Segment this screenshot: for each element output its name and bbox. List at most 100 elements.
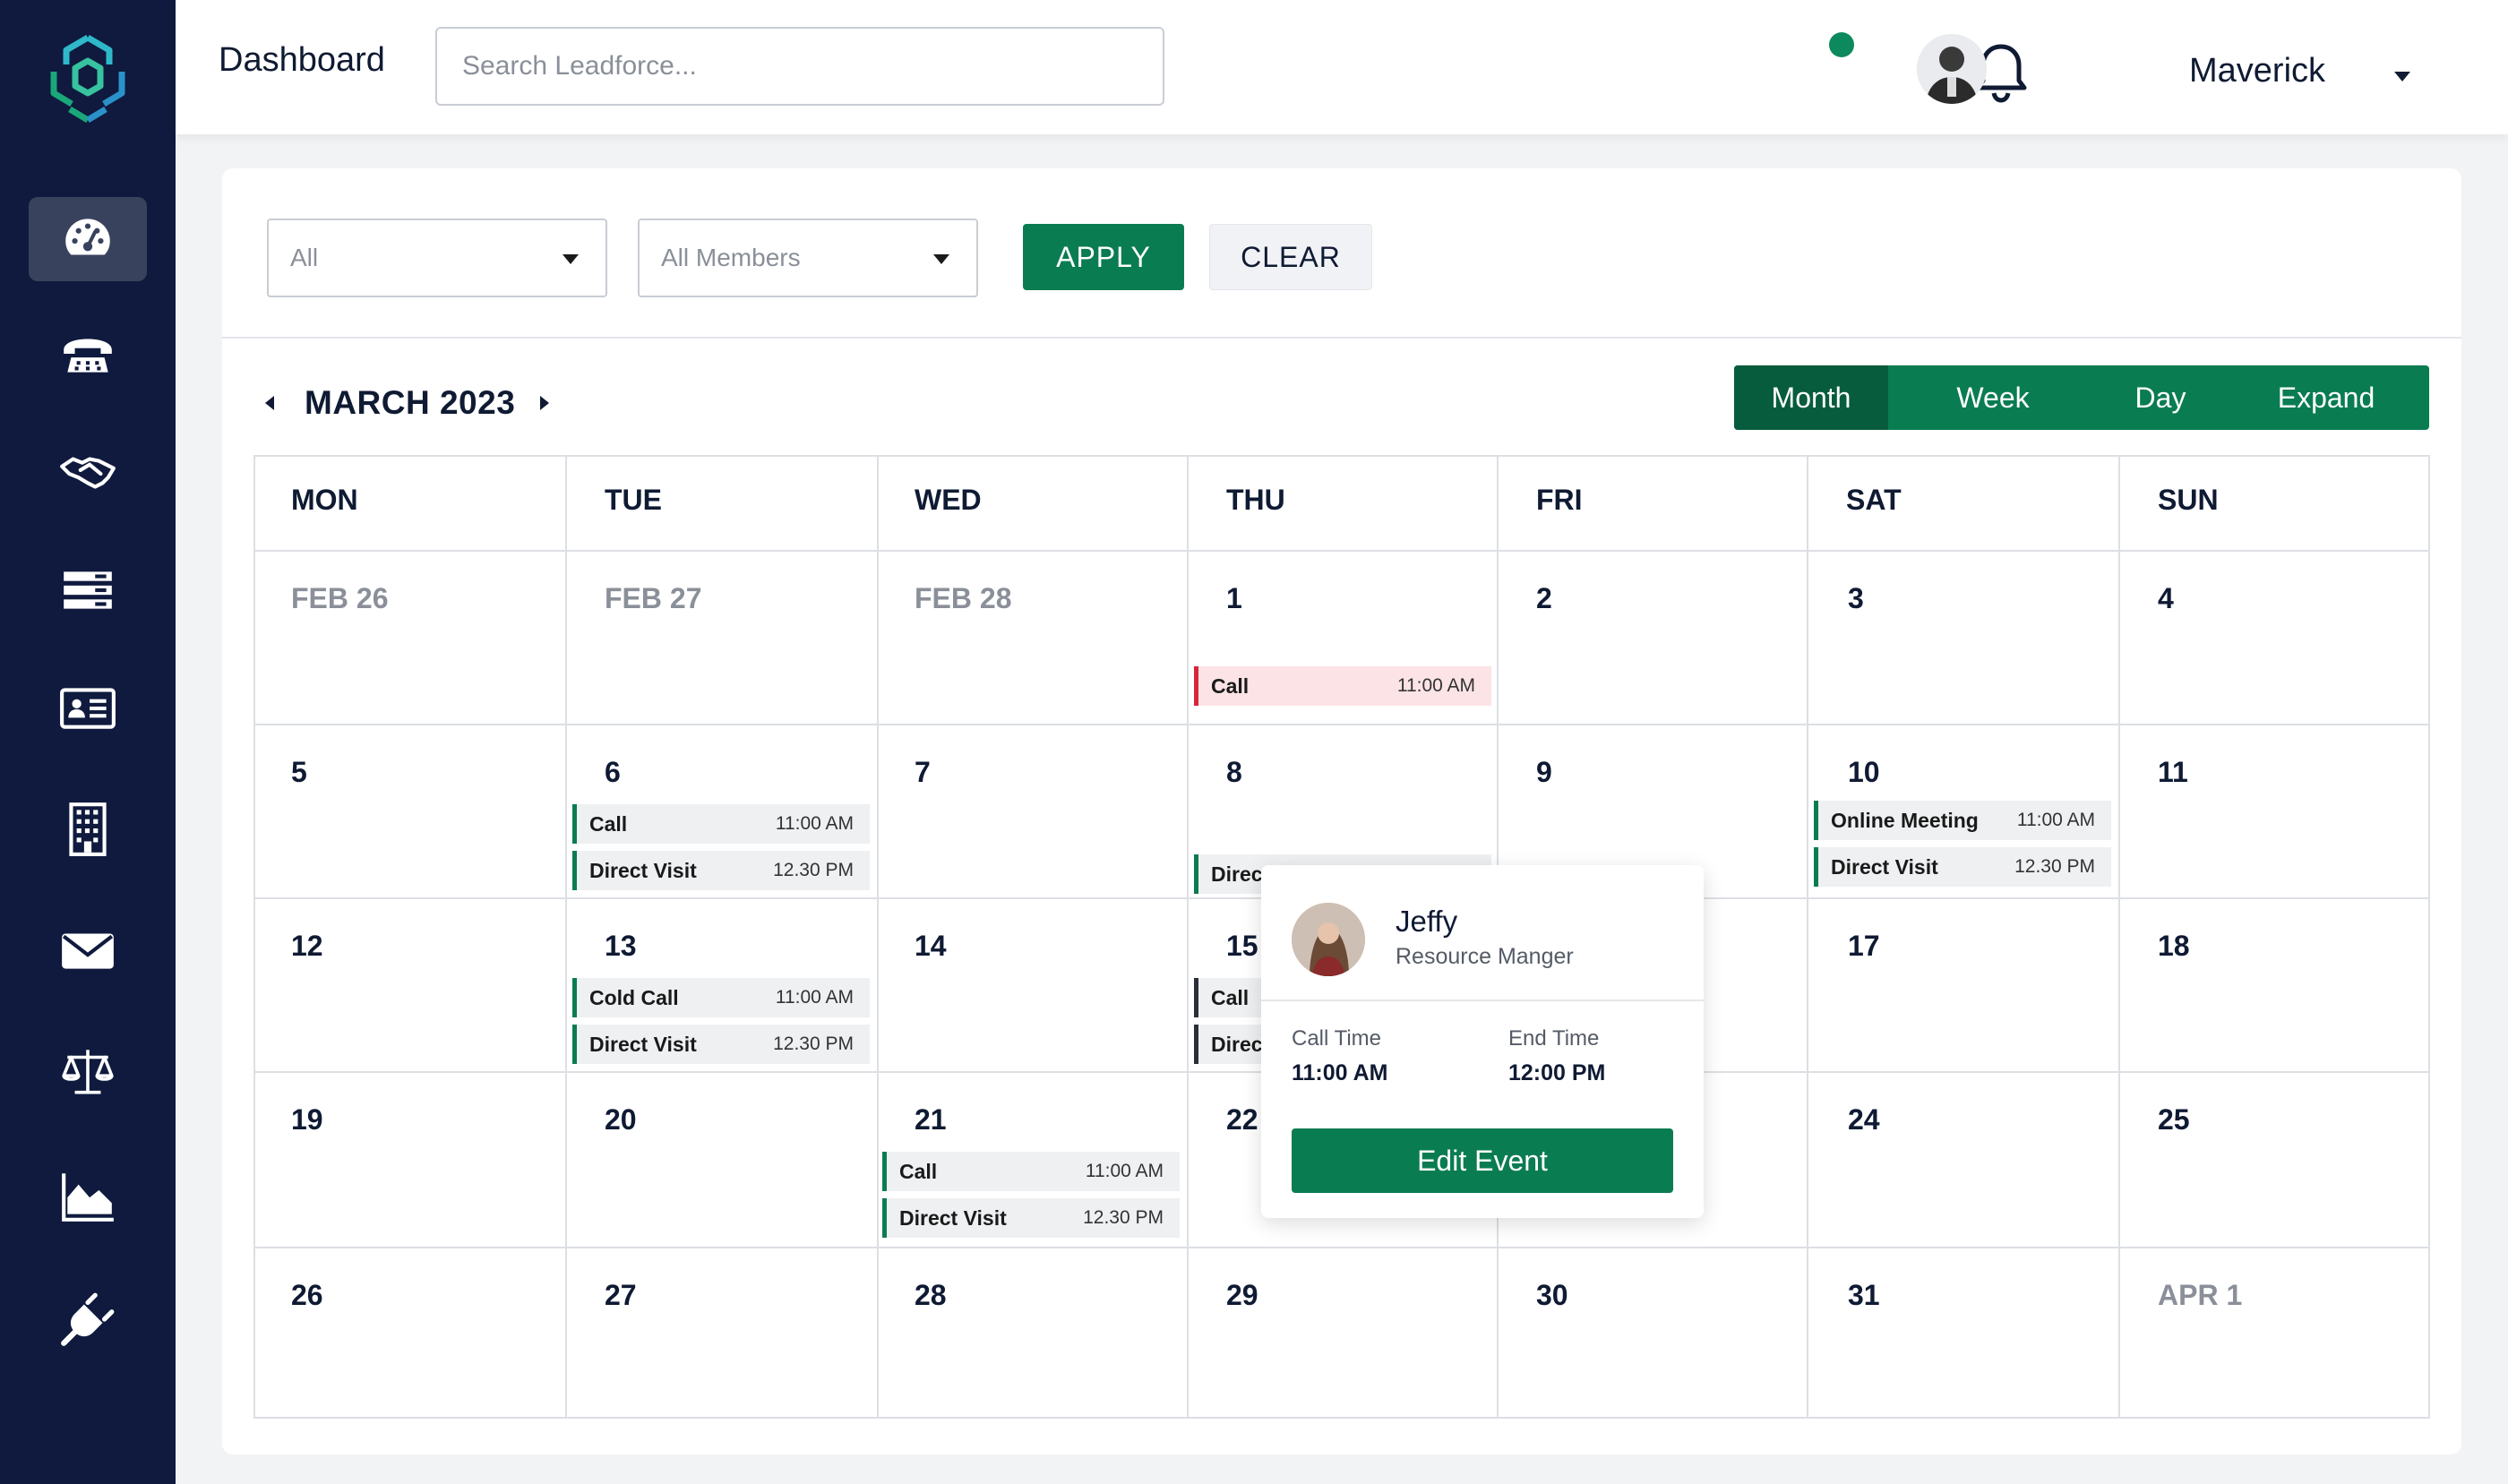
event-chip[interactable]: Call 11:00 AM [1194,666,1491,706]
event-time: 11:00 AM [775,813,854,834]
server-list-icon [64,571,112,609]
view-month-button[interactable]: Month [1734,365,1888,430]
date-cell[interactable]: 10 [1848,756,1880,789]
date-cell[interactable]: 2 [1536,582,1552,615]
type-select-value: All [290,244,319,271]
date-cell[interactable]: 20 [605,1103,637,1137]
contact-avatar [1292,903,1365,976]
logo-icon[interactable] [45,32,131,125]
date-cell[interactable]: 18 [2158,930,2190,963]
nav-dashboard[interactable] [29,197,147,281]
event-chip[interactable]: Direct Visit 12.30 PM [882,1198,1180,1238]
nav-deals[interactable] [29,430,147,514]
event-title: Call [589,811,628,836]
date-cell[interactable]: 7 [915,756,931,789]
date-cell[interactable]: 6 [605,756,621,789]
date-cell[interactable]: 5 [291,756,307,789]
type-select[interactable]: All [267,219,607,297]
date-cell[interactable]: 21 [915,1103,947,1137]
view-day-button[interactable]: Day [2098,365,2223,430]
nav-calls[interactable] [29,313,147,398]
view-week-button[interactable]: Week [1888,365,2098,430]
date-cell[interactable]: 28 [915,1279,947,1312]
user-name[interactable]: Maverick [2189,52,2325,90]
date-cell[interactable]: 22 [1226,1103,1258,1137]
search-input[interactable] [435,27,1164,106]
nav-reports[interactable] [29,1154,147,1238]
date-cell[interactable]: 17 [1848,930,1880,963]
date-cell[interactable]: 3 [1848,582,1864,615]
date-cell[interactable]: FEB 28 [915,582,1011,615]
nav-companies[interactable] [29,786,147,871]
event-title: Direct Visit [589,858,697,882]
phone-icon [64,339,112,373]
date-cell[interactable]: 13 [605,930,637,963]
members-select-value: All Members [661,244,801,271]
date-cell[interactable]: 25 [2158,1103,2190,1137]
date-cell[interactable]: 29 [1226,1279,1258,1312]
date-cell[interactable]: 1 [1226,582,1242,615]
prev-month-icon[interactable] [265,396,274,410]
event-title: Call [899,1159,938,1183]
members-select[interactable]: All Members [638,219,978,297]
nav-compliance[interactable] [29,1030,147,1114]
edit-event-button[interactable]: Edit Event [1292,1128,1673,1193]
event-chip[interactable]: Online Meeting 11:00 AM [1814,801,2111,840]
date-cell[interactable]: 30 [1536,1279,1568,1312]
divider [1261,999,1704,1001]
top-header: Dashboard Maverick [176,0,2508,134]
notification-badge [1829,32,1854,57]
date-cell[interactable]: 12 [291,930,323,963]
weekday-header: THU [1226,484,1285,516]
event-popover: Jeffy Resource Manger Call Time 11:00 AM… [1261,865,1704,1218]
date-cell[interactable]: 14 [915,930,947,963]
event-time: 11:00 AM [775,987,854,1008]
event-chip[interactable]: Direct Visit 12.30 PM [572,851,870,890]
date-cell[interactable]: 31 [1848,1279,1880,1312]
chevron-down-icon [933,254,949,264]
nav-integrations[interactable] [29,1277,147,1361]
event-title: Direct Visit [589,1032,697,1056]
event-title: Cold Call [589,985,679,1009]
date-cell[interactable]: APR 1 [2158,1279,2242,1312]
date-cell[interactable]: 26 [291,1279,323,1312]
date-cell[interactable]: 8 [1226,756,1242,789]
date-cell[interactable]: 19 [291,1103,323,1137]
event-time: 12.30 PM [773,1034,854,1054]
mail-icon [62,933,114,969]
nav-contacts[interactable] [29,666,147,751]
clear-button[interactable]: CLEAR [1209,224,1372,290]
event-time: 12.30 PM [1083,1207,1164,1228]
date-cell[interactable]: 4 [2158,582,2174,615]
event-time: 11:00 AM [2016,810,2095,830]
date-cell[interactable]: 9 [1536,756,1552,789]
weekday-header: SUN [2158,484,2219,516]
nav-mail[interactable] [29,908,147,992]
event-chip[interactable]: Direct Visit 12.30 PM [1814,847,2111,887]
date-cell[interactable]: 24 [1848,1103,1880,1137]
call-time-label: Call Time [1292,1026,1382,1051]
dashboard-icon [65,219,110,255]
event-title: Direc [1211,1032,1263,1056]
chevron-down-icon[interactable] [2394,72,2410,81]
end-time-label: End Time [1508,1026,1600,1051]
date-cell[interactable]: 15 [1226,930,1258,963]
filter-bar: All All Members APPLY CLEAR [222,168,2461,339]
date-cell[interactable]: FEB 27 [605,582,701,615]
building-icon [69,802,107,856]
contact-name: Jeffy [1396,905,1458,938]
event-chip[interactable]: Call 11:00 AM [572,804,870,844]
next-month-icon[interactable] [540,396,550,410]
contact-card-icon [60,688,116,729]
nav-pipeline[interactable] [29,548,147,632]
date-cell[interactable]: FEB 26 [291,582,388,615]
user-avatar[interactable] [1917,34,1987,104]
date-cell[interactable]: 11 [2158,756,2188,789]
event-time: 12.30 PM [2014,856,2095,877]
event-chip[interactable]: Call 11:00 AM [882,1152,1180,1191]
event-chip[interactable]: Cold Call 11:00 AM [572,978,870,1017]
apply-button[interactable]: APPLY [1023,224,1184,290]
event-chip[interactable]: Direct Visit 12.30 PM [572,1025,870,1064]
date-cell[interactable]: 27 [605,1279,637,1312]
view-expand-button[interactable]: Expand [2223,365,2429,430]
